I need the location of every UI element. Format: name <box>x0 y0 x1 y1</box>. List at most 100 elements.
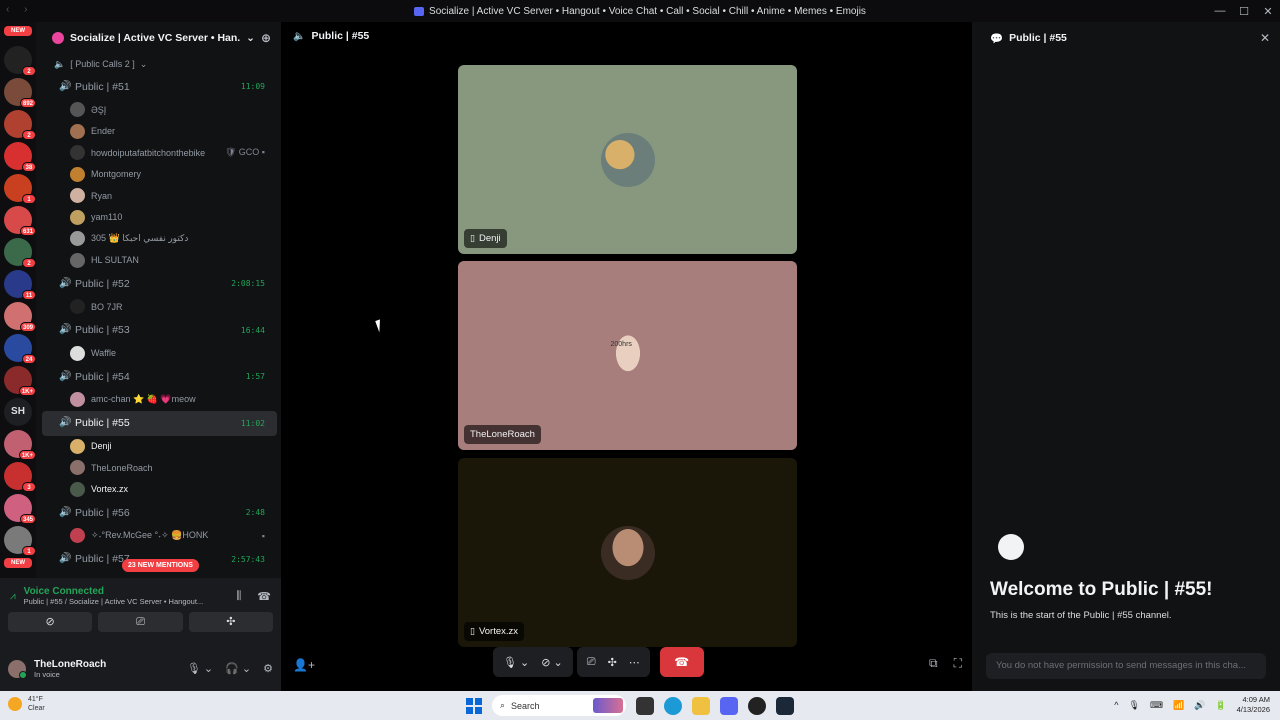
nav-arrows[interactable]: ‹ › <box>6 4 33 15</box>
server-icon[interactable]: 1K+ <box>4 430 36 460</box>
gear-icon[interactable]: ⚙ <box>263 662 273 675</box>
close-icon[interactable]: ✕ <box>1260 31 1270 45</box>
mobile-icon: ▯ <box>470 233 475 243</box>
server-icon[interactable]: SH <box>4 398 32 426</box>
server-icon[interactable]: 11 <box>4 270 36 300</box>
server-icon[interactable]: 24 <box>4 334 36 364</box>
maximize-button[interactable]: ☐ <box>1232 5 1256 18</box>
weather-condition: Clear <box>28 705 45 712</box>
guild-header[interactable]: Socialize | Active VC Server • Han... ⌄ … <box>36 22 281 54</box>
server-icon[interactable]: 1 <box>4 526 36 556</box>
avatar <box>70 123 85 139</box>
tray-overflow-icon[interactable]: ^ <box>1114 700 1118 710</box>
voice-channel[interactable]: 🔊 Public | #56 2:48 <box>42 500 277 525</box>
close-button[interactable]: ✕ <box>1256 5 1280 18</box>
user-status-icons: ▪ <box>261 530 265 541</box>
video-tile-theloneroach[interactable]: 200hrs TheLoneRoach <box>458 261 797 450</box>
windows-start-icon[interactable] <box>466 697 482 714</box>
avatar <box>70 145 85 161</box>
disconnect-icon[interactable]: ☎ <box>257 590 271 603</box>
headphones-icon[interactable]: 🎧 ⌄ <box>225 662 251 675</box>
mic-icon[interactable]: 🎙 <box>1129 700 1140 711</box>
chrome-icon[interactable] <box>748 696 766 715</box>
server-icon[interactable]: 3 <box>4 462 36 492</box>
voice-user[interactable]: TheLoneRoach <box>36 457 281 479</box>
voice-channel[interactable]: 🔊 Public | #55 11:02 <box>42 410 277 436</box>
fullscreen-icon[interactable]: ⛶ <box>954 656 962 671</box>
server-icon[interactable]: 309 <box>4 302 36 332</box>
server-icon[interactable]: 892 <box>4 78 36 108</box>
voice-user[interactable]: Waffle <box>36 343 281 365</box>
file-explorer-icon[interactable] <box>692 696 710 715</box>
server-icon[interactable]: 2 <box>4 110 36 140</box>
username[interactable]: TheLoneRoach <box>34 659 179 670</box>
voice-channel[interactable]: 🔊 Public | #51 11:09 <box>42 74 277 99</box>
category-header[interactable]: 🔈 [ Public Calls 2 ] ⌄ <box>36 54 281 74</box>
voice-user[interactable]: Ender <box>36 121 281 143</box>
user-status-icons: 🛡 GCO ▪ <box>224 147 265 158</box>
invite-icon[interactable]: 👤+ <box>293 658 315 672</box>
tile-nameplate: TheLoneRoach <box>464 425 541 444</box>
search-input[interactable]: ⌕ Search <box>492 695 626 716</box>
new-mentions-pill[interactable]: 23 NEW MENTIONS <box>122 559 199 572</box>
mobile-icon: ▯ <box>470 626 475 636</box>
voice-user[interactable]: دكتور نفسي احبكا 👑 305 <box>36 228 281 250</box>
voice-status[interactable]: Voice Connected <box>24 586 229 597</box>
voice-user[interactable]: howdoiputafatbitchonthebike 🛡 GCO ▪ <box>36 142 281 164</box>
voice-location[interactable]: Public | #55 / Socialize | Active VC Ser… <box>24 597 209 606</box>
mic-icon[interactable]: 🎙 ⌄ <box>187 662 213 675</box>
server-icon[interactable]: 2 <box>4 238 36 268</box>
voice-user[interactable]: Vortex.zx <box>36 479 281 501</box>
mention-badge: 1 <box>22 546 36 556</box>
server-icon[interactable]: 1 <box>4 174 36 204</box>
noise-suppression-icon[interactable]: ⫼ <box>236 590 241 603</box>
server-icon[interactable]: 2 <box>4 46 36 76</box>
avatar[interactable] <box>8 659 27 679</box>
activities-icon[interactable]: ✣ <box>608 656 617 669</box>
voice-user[interactable]: ✧˖°Rev.McGee °˖✧ 🍔HONK ▪ <box>36 525 281 547</box>
activities-button[interactable]: ✣ <box>188 612 273 632</box>
mic-icon[interactable]: 🎙 ⌄ <box>503 656 529 669</box>
volume-icon[interactable]: 🔊 <box>1194 700 1205 711</box>
video-tile-vortex[interactable]: ▯ Vortex.zx <box>458 458 797 647</box>
voice-user[interactable]: Montgomery <box>36 164 281 186</box>
invite-icon[interactable]: ⊕ <box>261 31 271 45</box>
video-tile-denji[interactable]: ▯ Denji <box>458 65 797 254</box>
clock[interactable]: 4:09 AM 4/13/2026 <box>1237 695 1270 715</box>
weather-widget[interactable]: 41°F Clear <box>8 695 45 713</box>
message-input[interactable]: You do not have permission to send messa… <box>986 653 1266 679</box>
camera-off-icon[interactable]: ⊘ ⌄ <box>541 656 563 669</box>
server-icon[interactable]: 38 <box>4 142 36 172</box>
discord-icon[interactable] <box>720 696 738 715</box>
more-icon[interactable]: ⋯ <box>629 656 640 669</box>
voice-channel[interactable]: 🔊 Public | #53 16:44 <box>42 318 277 343</box>
keyboard-icon[interactable]: ⌨ <box>1150 700 1163 711</box>
voice-user[interactable]: Denji <box>36 436 281 458</box>
camera-off-button[interactable]: ⊘ <box>8 612 93 632</box>
voice-user[interactable]: Ryan <box>36 185 281 207</box>
battery-icon[interactable]: 🔋 <box>1215 700 1226 711</box>
screen-share-icon[interactable]: ⎚ <box>587 656 596 669</box>
window-title: Socialize | Active VC Server • Hangout •… <box>414 6 866 17</box>
voice-channel[interactable]: 🔊 Public | #54 1:57 <box>42 364 277 389</box>
server-icon[interactable]: 1K+ <box>4 366 36 396</box>
edge-icon[interactable] <box>664 696 682 715</box>
voice-user[interactable]: yam110 <box>36 207 281 229</box>
minimize-button[interactable]: — <box>1208 5 1232 17</box>
signal-icon[interactable]: ⩘ <box>10 591 16 602</box>
voice-user[interactable]: ƏŞĮ <box>36 99 281 121</box>
end-call-button[interactable]: ☎ <box>659 647 704 677</box>
task-view-icon[interactable] <box>636 696 654 715</box>
popout-icon[interactable]: ⧉ <box>929 656 938 671</box>
server-icon[interactable]: 631 <box>4 206 36 236</box>
voice-user[interactable]: BO 7JR <box>36 296 281 318</box>
voice-user[interactable]: HL SULTAN <box>36 250 281 272</box>
server-icon[interactable]: 345 <box>4 494 36 524</box>
voice-channel[interactable]: 🔊 Public | #52 2:08:15 <box>42 271 277 296</box>
voice-user[interactable]: amc-chan ⭐ 🍓 💗meow <box>36 389 281 411</box>
wifi-icon[interactable]: 📶 <box>1173 700 1184 711</box>
channel-timer: 1:57 <box>245 372 265 381</box>
screen-share-button[interactable]: ⎚ <box>98 612 183 632</box>
steam-icon[interactable] <box>776 696 794 715</box>
chevron-down-icon[interactable]: ⌄ <box>246 32 255 44</box>
